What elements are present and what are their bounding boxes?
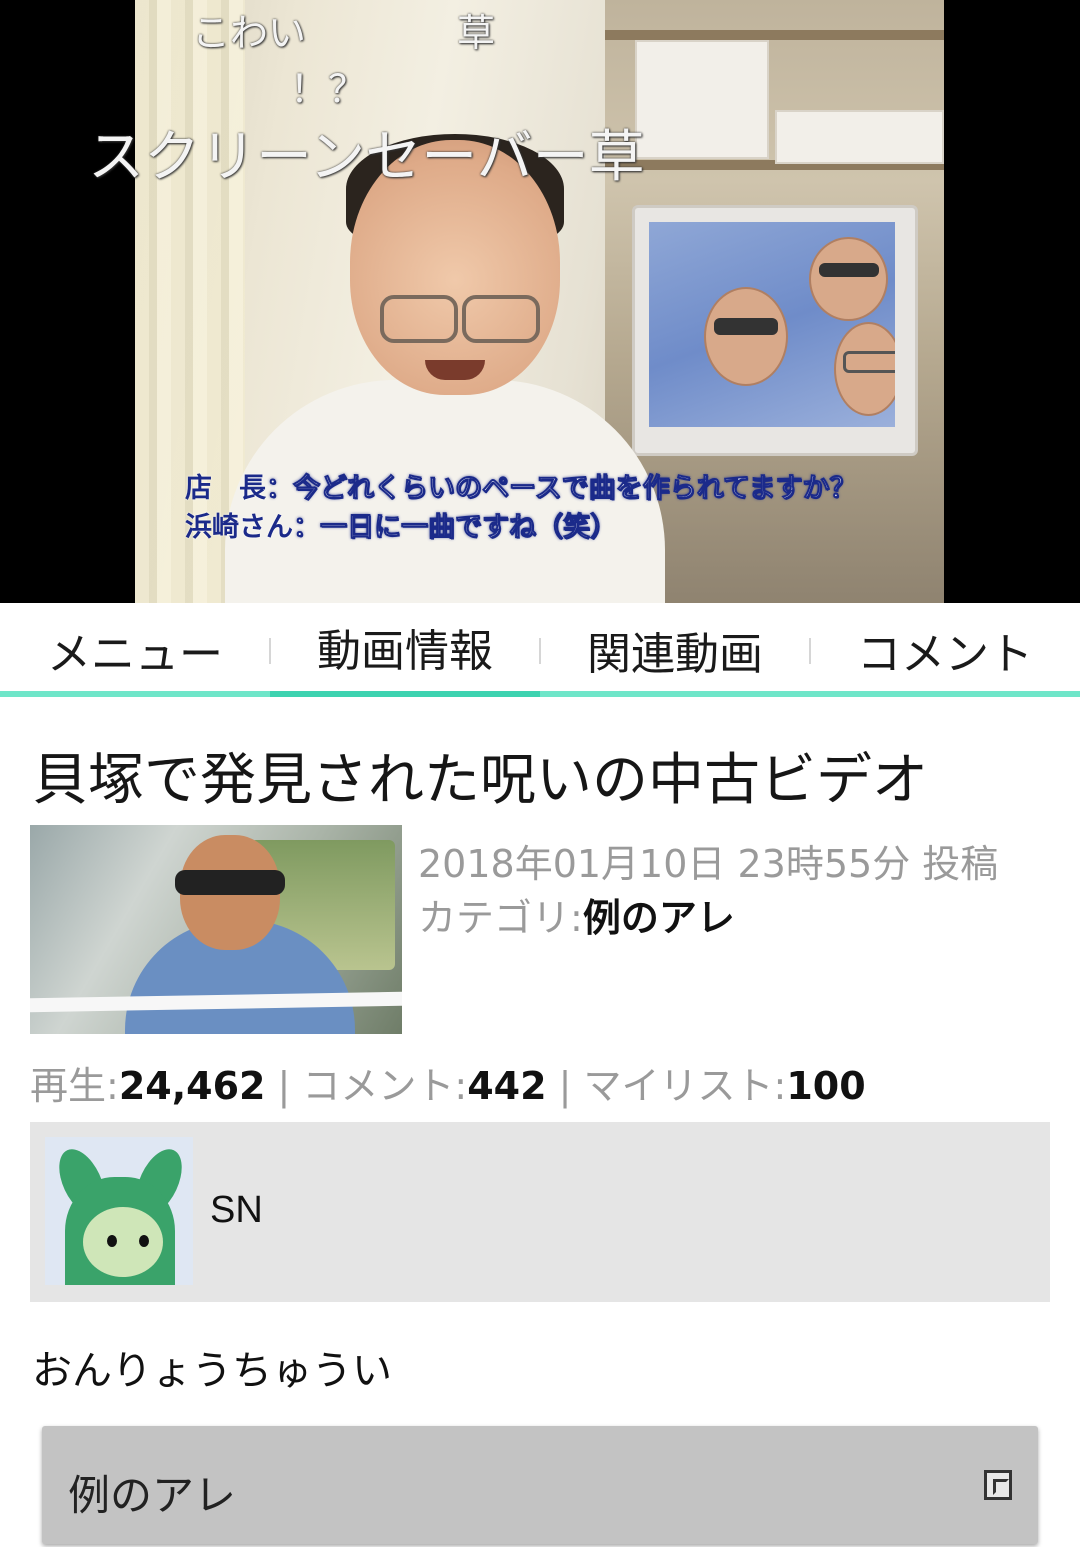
video-title: 貝塚で発見された呪いの中古ビデオ — [32, 748, 928, 813]
shelf-board — [605, 30, 944, 40]
tag-label: 例のアレ — [68, 1471, 237, 1520]
tab-menu[interactable]: メニュー — [0, 603, 270, 697]
video-description: おんりょうちゅうい — [32, 1348, 392, 1394]
subtitle-line-1: 店 長：今どれくらいのペースで曲を作られてますか？ — [185, 473, 857, 505]
shelf-box — [775, 110, 944, 164]
video-stats: 再生:24,462 | コメント:442 | マイリスト:100 — [30, 1055, 866, 1110]
category-label: カテゴリ: — [418, 896, 583, 940]
uploader-name[interactable]: SN — [210, 1189, 263, 1232]
tab-bar: メニュー 動画情報 関連動画 コメント — [0, 603, 1080, 697]
uploader-avatar[interactable] — [45, 1137, 193, 1285]
video-frame[interactable]: 店 長：今どれくらいのペースで曲を作られてますか？ 浜崎さん：一日に一曲ですね（… — [135, 0, 944, 603]
tab-related-videos[interactable]: 関連動画 — [540, 603, 810, 697]
danmaku-comment: こわい — [192, 11, 307, 55]
views-count: 24,462 — [118, 1064, 266, 1108]
category-line: カテゴリ:例のアレ — [418, 887, 735, 942]
danmaku-comment: 草 — [457, 11, 496, 55]
category-link[interactable]: 例のアレ — [583, 896, 735, 940]
post-date: 2018年01月10日 23時55分 投稿 — [418, 842, 999, 886]
comments-count: 442 — [467, 1064, 547, 1108]
stats-separator: | — [265, 1064, 303, 1108]
subtitle-line-2: 浜崎さん：一日に一曲ですね（笑） — [185, 512, 618, 544]
screensaver-face — [834, 322, 895, 416]
video-player[interactable]: 店 長：今どれくらいのペースで曲を作られてますか？ 浜崎さん：一日に一曲ですね（… — [0, 0, 1080, 603]
screensaver-face — [809, 237, 888, 321]
views-label: 再生: — [30, 1064, 119, 1108]
danmaku-comment: スクリーンセーバー草 — [88, 125, 645, 190]
video-thumbnail[interactable] — [30, 825, 402, 1034]
tab-comments[interactable]: コメント — [810, 603, 1080, 697]
dictionary-icon[interactable] — [984, 1470, 1012, 1500]
danmaku-comment: ！？ — [290, 67, 367, 111]
tag-button[interactable]: 例のアレ — [42, 1426, 1038, 1544]
mylist-label: マイリスト: — [583, 1064, 787, 1108]
screensaver-face — [704, 287, 788, 386]
uploader-card[interactable]: SN — [30, 1122, 1050, 1302]
stats-separator: | — [546, 1064, 584, 1108]
tab-video-info[interactable]: 動画情報 — [270, 603, 540, 697]
mylist-count: 100 — [786, 1064, 866, 1108]
comments-label: コメント: — [302, 1064, 468, 1108]
